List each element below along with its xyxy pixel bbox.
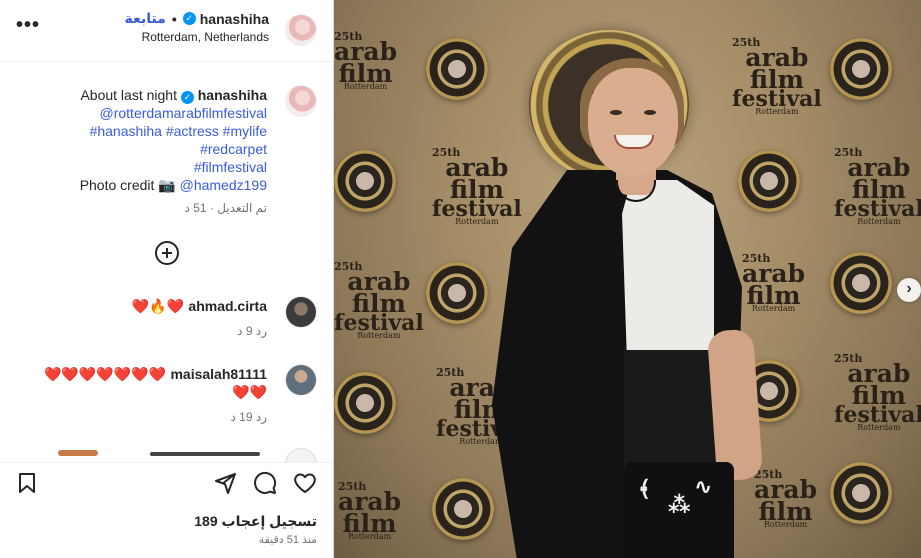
credit-handle[interactable]: @hamedz199 (180, 177, 267, 193)
caption-first-line: About last night ✓ hanashiha (27, 86, 267, 104)
post-actions: 189 تسجيل إعجاب منذ 51 دقيقة (0, 462, 333, 558)
post-header: ••• متابعة • ✓ hanashiha Rotterdam, Neth… (0, 0, 333, 62)
backdrop-emblem (830, 252, 892, 314)
backdrop-emblem (738, 150, 800, 212)
credit-prefix: Photo credit 📷 (79, 177, 176, 193)
comment-reply-link[interactable]: رد (256, 324, 267, 338)
separator-dot: • (171, 10, 177, 27)
comment-avatar[interactable] (285, 448, 317, 462)
person-blouse (622, 180, 714, 350)
backdrop-festival-logo: 25th arab film Rotterdam (742, 252, 806, 313)
comment-meta: رد 19 د (216, 410, 267, 424)
backdrop-emblem (426, 38, 488, 100)
backdrop-festival-logo: 25th arab film Rotterdam (338, 480, 402, 541)
header-account: متابعة • ✓ hanashiha (125, 10, 269, 27)
comment-avatar[interactable] (285, 364, 317, 396)
comment-list-overflow (0, 440, 333, 462)
comment-meta: رد 9 د (223, 324, 267, 338)
backdrop-emblem (432, 478, 494, 540)
next-photo-chevron-icon[interactable]: › (897, 278, 921, 302)
verified-badge-icon: ✓ (180, 91, 194, 104)
caption-hashtag-redcarpet[interactable]: #redcarpet (27, 140, 267, 158)
person-arm (706, 328, 764, 482)
comment-time: 9 د (237, 324, 253, 338)
edited-timestamp: تم التعديل · 51 د (184, 201, 268, 215)
person-clutch-bag: ﴾ ⁂ ∿ (624, 462, 734, 558)
more-options-icon[interactable]: ••• (16, 14, 40, 37)
comment-row: ❤️🔥❤️ ahmad.cirta (132, 298, 267, 316)
comment-avatar[interactable] (285, 296, 317, 328)
backdrop-emblem (334, 372, 396, 434)
caption-username[interactable]: hanashiha (198, 87, 267, 103)
post-side-panel: ••• متابعة • ✓ hanashiha Rotterdam, Neth… (0, 0, 334, 558)
caption-text: About last night (80, 87, 177, 103)
comment-row: ❤️❤️❤️❤️❤️❤️❤️ maisalah81111 (44, 366, 267, 384)
author-username[interactable]: hanashiha (200, 11, 269, 27)
comment-time: 19 د (230, 410, 253, 424)
like-heart-icon[interactable] (293, 471, 317, 495)
comment-reply-link[interactable]: رد (256, 410, 267, 424)
backdrop-festival-logo: 25th arab film Rotterdam (754, 468, 818, 529)
backdrop-emblem (426, 262, 488, 324)
person-eye (644, 110, 656, 115)
verified-badge-icon: ✓ (182, 12, 196, 25)
backdrop-festival-logo: 25th arab film Rotterdam (334, 30, 398, 91)
post-time-ago: منذ 51 دقيقة (258, 534, 317, 546)
person-face (588, 68, 678, 176)
caption-mention[interactable]: @rotterdamarabfilmfestival (27, 104, 268, 122)
caption-credit: Photo credit 📷 @hamedz199 (27, 176, 267, 194)
comment-username[interactable]: maisalah81111 (170, 366, 267, 382)
comment-icon[interactable] (253, 471, 277, 495)
like-count[interactable]: 189 تسجيل إعجاب (194, 513, 317, 530)
backdrop-festival-logo: 25th arab film festival Rotterdam (732, 36, 822, 116)
save-bookmark-icon[interactable] (15, 471, 39, 495)
comment-text: ❤️🔥❤️ (131, 298, 184, 314)
follow-button[interactable]: متابعة (125, 10, 166, 27)
instagram-post-viewer: ••• متابعة • ✓ hanashiha Rotterdam, Neth… (0, 0, 921, 558)
caption-hashtag-filmfestival[interactable]: #filmfestival (27, 158, 267, 176)
author-avatar[interactable] (285, 14, 317, 46)
backdrop-festival-logo: 25th arab film festival Rotterdam (334, 260, 424, 340)
comment-username[interactable]: ahmad.cirta (188, 298, 267, 314)
post-caption: About last night ✓ hanashiha @rotterdama… (27, 86, 267, 194)
post-location[interactable]: Rotterdam, Netherlands (142, 30, 269, 44)
share-icon[interactable] (213, 471, 237, 495)
post-photo: 25th arab film Rotterdam 25th arab film festiv… (334, 0, 921, 558)
comment-text-continued: ❤️❤️ (232, 384, 267, 400)
comment-text: ❤️❤️❤️❤️❤️❤️❤️ (43, 366, 166, 382)
caption-avatar[interactable] (285, 85, 317, 117)
caption-hashtags[interactable]: #hanashiha #actress #mylife (27, 122, 267, 140)
backdrop-emblem (334, 150, 396, 212)
load-more-comments-icon[interactable] (155, 241, 179, 265)
backdrop-festival-logo: 25th arab film festival Rotterdam (834, 352, 921, 432)
comment-text-partial (150, 452, 260, 456)
person-eye (610, 110, 622, 115)
backdrop-festival-logo: 25th arab film festival Rotterdam (432, 146, 522, 226)
backdrop-festival-logo: 25th arab film festival Rotterdam (834, 146, 921, 226)
backdrop-emblem (830, 462, 892, 524)
comment-emoji-partial (58, 450, 98, 456)
backdrop-emblem (830, 38, 892, 100)
